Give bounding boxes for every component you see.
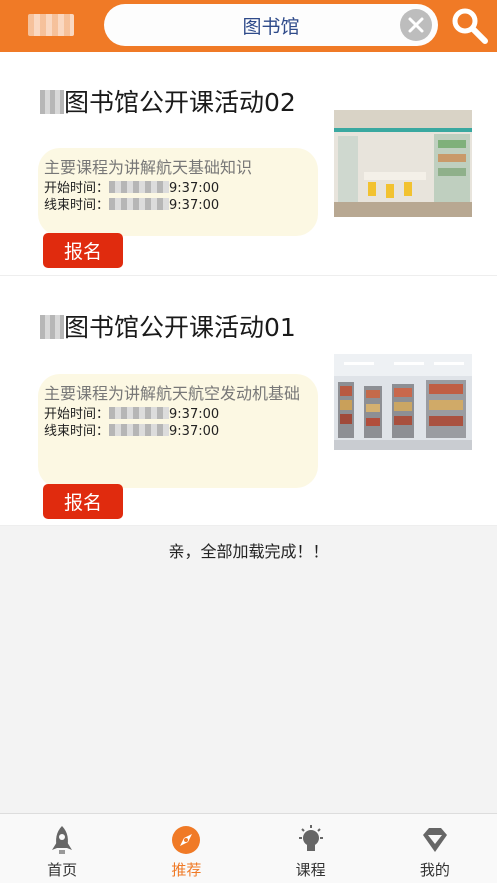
redacted-date: [109, 424, 170, 436]
redacted-date: [109, 407, 170, 419]
library-photo: [334, 354, 472, 450]
nav-courses[interactable]: 课程: [249, 814, 373, 883]
start-time-row: 开始时间： 9:37:00: [44, 181, 220, 196]
clear-search-button[interactable]: [400, 9, 432, 41]
end-time-row: 线束时间： 9:37:00: [44, 424, 220, 439]
bottom-nav: 首页 推荐 课程 我的: [0, 813, 497, 883]
signup-button[interactable]: 报名: [43, 484, 123, 519]
search-box[interactable]: 图书馆: [104, 4, 438, 46]
signup-button[interactable]: 报名: [43, 233, 123, 268]
search-input[interactable]: 图书馆: [242, 12, 299, 39]
library-photo: [334, 110, 472, 217]
nav-mine[interactable]: 我的: [373, 814, 497, 883]
course-description: 主要课程为讲解航天航空发动机基础: [44, 384, 301, 403]
diamond-icon: [422, 828, 447, 852]
redacted-date: [109, 198, 170, 210]
rocket-icon: [52, 826, 73, 854]
lightbulb-icon: [298, 825, 323, 851]
course-title: 图书馆公开课活动01: [40, 313, 310, 343]
nav-home[interactable]: 首页: [0, 814, 124, 883]
course-info: 主要课程为讲解航天基础知识 开始时间： 9:37:00 线束时间： 9:37:00: [38, 148, 318, 236]
redacted-text: [40, 315, 64, 339]
close-icon: [408, 17, 424, 33]
course-title: 图书馆公开课活动02: [40, 88, 310, 118]
city-selector[interactable]: [28, 14, 74, 36]
search-button[interactable]: [450, 6, 490, 46]
course-description: 主要课程为讲解航天基础知识: [44, 158, 253, 177]
redacted-text: [40, 90, 64, 114]
course-info: 主要课程为讲解航天航空发动机基础 开始时间： 9:37:00 线束时间： 9:37:…: [38, 374, 318, 488]
top-bar: 图书馆: [0, 0, 497, 52]
search-icon: [452, 8, 488, 44]
nav-recommend[interactable]: 推荐: [124, 814, 248, 883]
end-time-row: 线束时间： 9:37:00: [44, 198, 220, 213]
compass-icon: [172, 826, 201, 854]
load-complete-message: 亲，全部加载完成！！: [168, 542, 329, 561]
redacted-date: [109, 181, 170, 193]
start-time-row: 开始时间： 9:37:00: [44, 407, 220, 422]
